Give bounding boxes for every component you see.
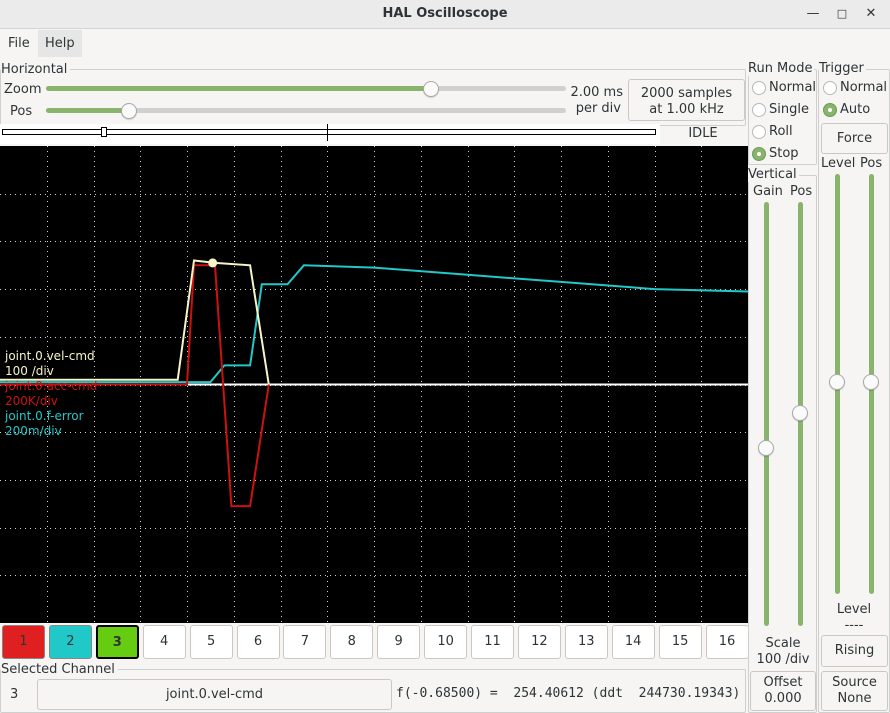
channel-button-7[interactable]: 7 — [283, 625, 327, 659]
channel-button-6[interactable]: 6 — [236, 625, 280, 659]
cursor-point-marker — [208, 258, 218, 268]
trigger-auto-label[interactable]: Auto — [840, 102, 870, 117]
menu-help[interactable]: Help — [38, 30, 82, 57]
gain-slider[interactable] — [764, 202, 769, 626]
trigger-level-slider-knob[interactable] — [829, 374, 845, 390]
selected-channel-name-button[interactable]: joint.0.vel-cmd — [37, 679, 392, 710]
source-button[interactable]: Source None — [821, 671, 888, 711]
run-stop-radio[interactable] — [752, 147, 766, 161]
channel-button-15[interactable]: 15 — [658, 625, 702, 659]
samples-line2: at 1.00 kHz — [649, 102, 724, 117]
status-label: IDLE — [688, 126, 718, 141]
channel-button-8[interactable]: 8 — [330, 625, 374, 659]
scope-display[interactable] — [0, 146, 748, 623]
samples-line1: 2000 samples — [640, 86, 733, 101]
trigger-pos-slider-knob[interactable] — [863, 374, 879, 390]
record-position-bar[interactable] — [0, 124, 660, 144]
offset-value: 0.000 — [764, 691, 802, 706]
run-roll-label[interactable]: Roll — [769, 124, 793, 139]
run-normal-radio[interactable] — [752, 81, 766, 95]
run-stop-label[interactable]: Stop — [769, 146, 799, 161]
trigger-normal-label[interactable]: Normal — [840, 80, 887, 95]
trigger-pos-header: Pos — [860, 156, 883, 171]
trigger-level-label: Level — [836, 602, 872, 617]
trigger-auto-radio[interactable] — [823, 103, 837, 117]
legend-vel-cmd-scale: 100 /div — [5, 364, 54, 378]
pos-label: Pos — [10, 104, 33, 119]
run-single-label[interactable]: Single — [769, 102, 809, 117]
trigger-normal-radio[interactable] — [823, 81, 837, 95]
scale-value: 100 /div — [756, 652, 810, 667]
horizontal-label: Horizontal — [1, 62, 71, 77]
maximize-icon[interactable]: □ — [833, 5, 851, 23]
samples-button[interactable]: 2000 samples at 1.00 kHz — [628, 79, 745, 121]
run-normal-label[interactable]: Normal — [769, 80, 816, 95]
channel-readout: f(-0.68500) = 254.40612 (ddt 244730.1934… — [396, 686, 741, 701]
close-icon[interactable]: ✕ — [862, 5, 880, 23]
gain-slider-knob[interactable] — [758, 440, 774, 456]
legend-f-error-name: joint.0.f-error — [5, 409, 84, 423]
scale-label: Scale — [765, 636, 801, 651]
channel-button-11[interactable]: 11 — [471, 625, 514, 659]
selected-channel-label: Selected Channel — [1, 662, 118, 677]
trigger-level-header: Level — [821, 156, 856, 171]
channel-button-1[interactable]: 1 — [2, 625, 45, 659]
legend-acc-cmd-scale: 200K/div — [5, 394, 58, 408]
zoom-slider-fill — [46, 86, 431, 91]
minimize-icon[interactable]: — — [804, 5, 822, 23]
rising-button[interactable]: Rising — [821, 635, 888, 667]
channel-button-4[interactable]: 4 — [142, 625, 186, 659]
legend-f-error-scale: 200m/div — [5, 424, 62, 438]
channel-button-12[interactable]: 12 — [517, 625, 561, 659]
channel-button-5[interactable]: 5 — [189, 625, 233, 659]
channel-button-2[interactable]: 2 — [48, 625, 92, 659]
legend-vel-cmd-name: joint.0.vel-cmd — [5, 349, 95, 363]
channel-button-10[interactable]: 10 — [424, 625, 468, 659]
channel-button-3[interactable]: 3 — [95, 625, 139, 659]
zoom-slider-knob[interactable] — [423, 81, 439, 97]
selected-channel-number: 3 — [10, 687, 19, 702]
run-roll-radio[interactable] — [752, 125, 766, 139]
offset-label: Offset — [763, 675, 803, 690]
trigger-level-value: ---- — [844, 618, 864, 633]
source-label: Source — [832, 675, 877, 690]
run-mode-label: Run Mode — [748, 61, 815, 76]
channel-button-14[interactable]: 14 — [611, 625, 655, 659]
scale-readout: Scale 100 /div — [750, 636, 816, 668]
channel-button-13[interactable]: 13 — [564, 625, 608, 659]
vertical-pos-label: Pos — [790, 184, 813, 199]
rate-line2: per div — [575, 101, 621, 116]
trigger-label: Trigger — [819, 61, 866, 76]
window-title: HAL Oscilloscope — [382, 6, 508, 21]
pos-slider-fill — [46, 108, 129, 113]
channel-button-9[interactable]: 9 — [377, 625, 421, 659]
vertical-pos-slider-knob[interactable] — [792, 405, 808, 421]
pos-slider-knob[interactable] — [121, 103, 137, 119]
vertical-label: Vertical — [748, 167, 799, 182]
offset-button[interactable]: Offset 0.000 — [750, 671, 816, 711]
rate-line1: 2.00 ms — [570, 85, 623, 100]
record-view-marker — [101, 127, 107, 137]
legend-acc-cmd-name: joint.0.acc-cmd — [5, 379, 98, 393]
channel-button-16[interactable]: 16 — [705, 625, 749, 659]
scope-traces — [0, 258, 748, 508]
trace-joint-0-f-error — [0, 264, 748, 384]
trigger-marker — [327, 124, 328, 141]
title-bar: HAL Oscilloscope — □ ✕ — [0, 0, 890, 29]
menu-bar — [0, 29, 890, 59]
source-value: None — [837, 691, 872, 706]
gain-label: Gain — [753, 184, 783, 199]
run-single-radio[interactable] — [752, 103, 766, 117]
force-button[interactable]: Force — [821, 123, 888, 154]
zoom-label: Zoom — [4, 82, 42, 97]
trigger-level-readout: Level ---- — [819, 602, 889, 634]
menu-file[interactable]: File — [1, 30, 37, 57]
scope-legend: joint.0.vel-cmd 100 /div joint.0.acc-cmd… — [5, 349, 97, 439]
zoom-slider[interactable] — [46, 86, 566, 91]
